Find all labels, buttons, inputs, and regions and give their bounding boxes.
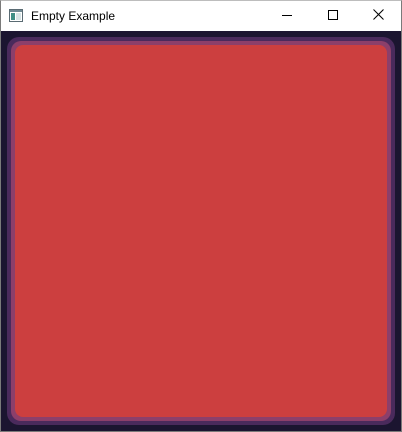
- red-panel: [15, 45, 387, 417]
- minimize-icon: [282, 7, 292, 25]
- close-button[interactable]: [355, 1, 401, 31]
- minimize-button[interactable]: [264, 1, 310, 31]
- app-window: Empty Example: [0, 0, 402, 432]
- window-title: Empty Example: [31, 9, 116, 23]
- maximize-icon: [328, 7, 338, 25]
- title-bar[interactable]: Empty Example: [1, 1, 401, 31]
- maximize-button[interactable]: [310, 1, 356, 31]
- close-icon: [372, 7, 384, 25]
- app-window-icon: [9, 9, 23, 22]
- canvas-area[interactable]: [1, 31, 401, 431]
